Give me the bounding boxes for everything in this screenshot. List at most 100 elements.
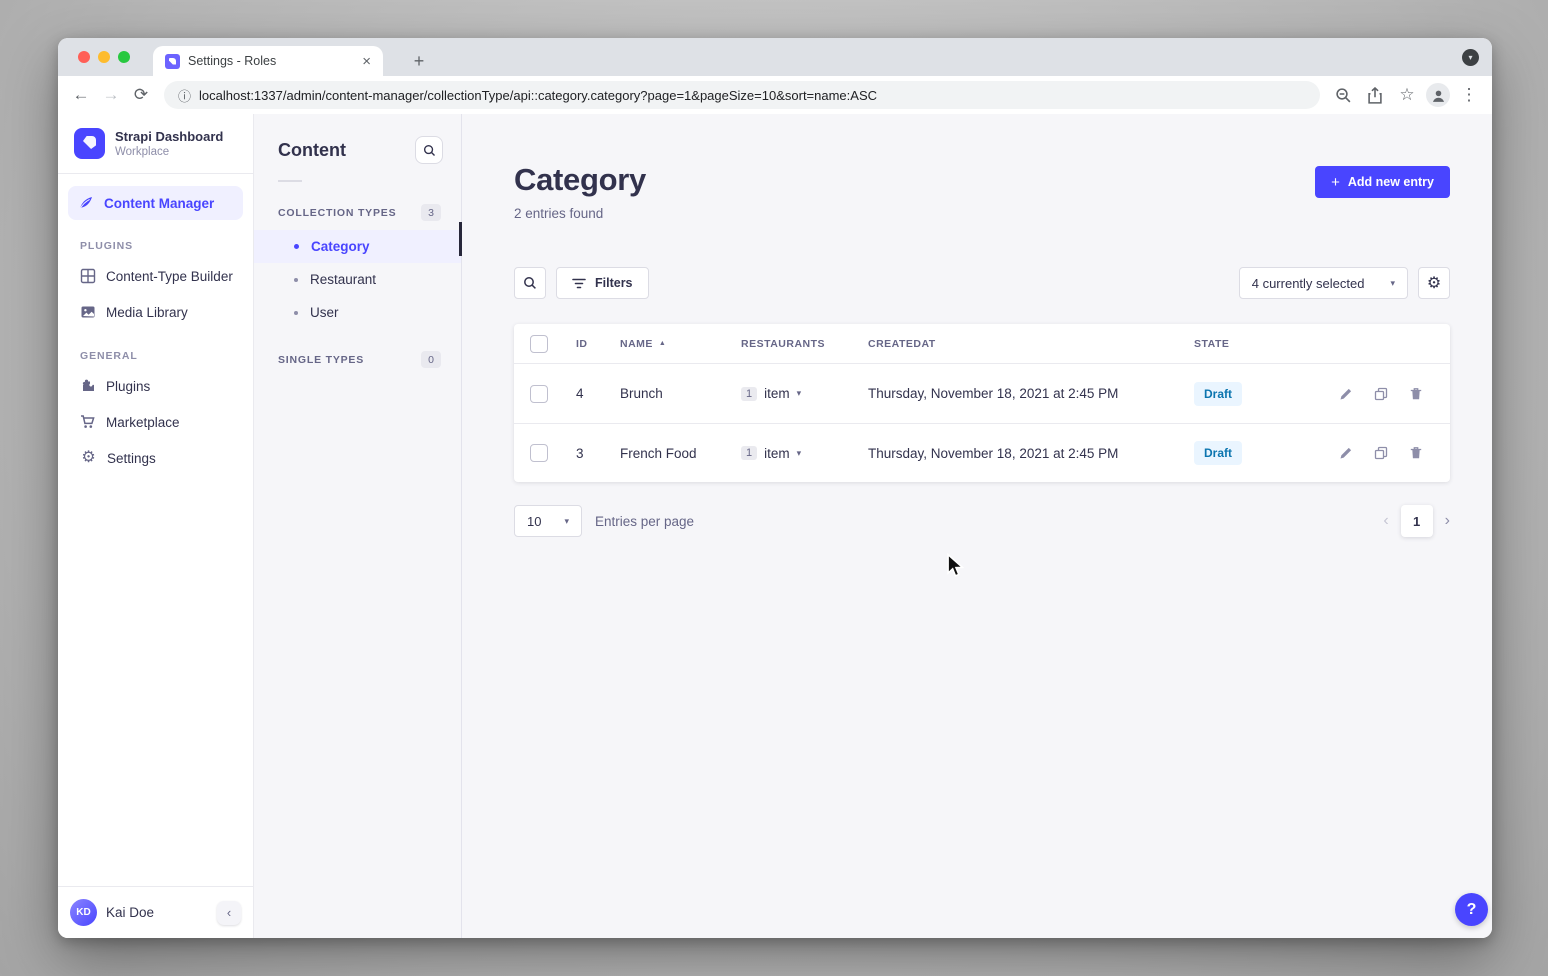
- row-checkbox[interactable]: [530, 444, 548, 462]
- back-icon[interactable]: ←: [68, 82, 94, 108]
- help-button[interactable]: ?: [1455, 893, 1488, 926]
- duplicate-icon[interactable]: [1373, 445, 1389, 461]
- column-header-id[interactable]: ID: [576, 338, 620, 350]
- bullet-icon: [294, 311, 298, 315]
- sidebar-item-marketplace[interactable]: Marketplace: [68, 404, 243, 440]
- table-search-button[interactable]: [514, 267, 546, 299]
- url-text: localhost:1337/admin/content-manager/col…: [199, 88, 877, 103]
- row-actions: [1330, 445, 1434, 461]
- user-avatar[interactable]: KD: [70, 899, 97, 926]
- edit-pencil-icon[interactable]: [1338, 445, 1354, 461]
- page-number-button[interactable]: 1: [1401, 505, 1433, 537]
- brand-subtitle: Workplace: [115, 146, 223, 158]
- sidebar-item-settings[interactable]: ⚙ Settings: [68, 440, 243, 476]
- bookmark-star-icon[interactable]: ☆: [1394, 82, 1420, 108]
- chevron-down-icon[interactable]: ▾: [797, 448, 802, 459]
- address-bar[interactable]: ⓘ localhost:1337/admin/content-manager/c…: [164, 81, 1320, 109]
- user-name: Kai Doe: [106, 905, 208, 920]
- single-types-count: 0: [421, 351, 441, 368]
- bullet-icon: [294, 278, 298, 282]
- subnav-item-user[interactable]: User: [254, 296, 461, 329]
- table-header-row: ID NAME ▲ RESTAURANTS CREATEDAT STATE: [514, 324, 1450, 364]
- chevron-down-icon: ▾: [1390, 278, 1395, 289]
- entries-found-text: 2 entries found: [514, 206, 646, 221]
- cell-restaurants[interactable]: 1 item ▾: [741, 446, 868, 461]
- subnav-item-category[interactable]: Category: [254, 230, 461, 263]
- sidebar-item-label: Marketplace: [106, 415, 180, 430]
- pager: ‹ 1 ›: [1383, 505, 1450, 537]
- tab-close-icon[interactable]: ×: [360, 53, 373, 70]
- prev-page-icon[interactable]: ‹: [1383, 512, 1388, 530]
- cell-restaurants[interactable]: 1 item ▾: [741, 386, 868, 401]
- subnav-item-label: User: [310, 305, 339, 320]
- sidebar-item-label: Content Manager: [104, 196, 214, 211]
- table-settings-button[interactable]: ⚙: [1418, 267, 1450, 299]
- sidebar-item-content-type-builder[interactable]: Content-Type Builder: [68, 258, 243, 294]
- subnav-search-button[interactable]: [415, 136, 443, 164]
- next-page-icon[interactable]: ›: [1445, 512, 1450, 530]
- table-row[interactable]: 3 French Food 1 item ▾ Thursday, Novembe…: [514, 423, 1450, 482]
- delete-trash-icon[interactable]: [1408, 445, 1424, 461]
- new-tab-button[interactable]: +: [406, 48, 432, 74]
- cart-icon: [80, 414, 96, 430]
- strapi-app: Strapi Dashboard Workplace Content Manag…: [58, 114, 1492, 938]
- column-header-restaurants[interactable]: RESTAURANTS: [741, 338, 868, 350]
- cell-createdat: Thursday, November 18, 2021 at 2:45 PM: [868, 386, 1194, 401]
- relation-count-badge: 1: [741, 387, 757, 401]
- browser-toolbar: ← → ⟳ ⓘ localhost:1337/admin/content-man…: [58, 76, 1492, 114]
- column-header-name[interactable]: NAME ▲: [620, 338, 741, 350]
- tab-title: Settings - Roles: [188, 54, 352, 68]
- window-controls: [78, 51, 130, 63]
- table-row[interactable]: 4 Brunch 1 item ▾ Thursday, November 18,…: [514, 364, 1450, 423]
- column-header-createdat[interactable]: CREATEDAT: [868, 338, 1194, 350]
- browser-menu-icon[interactable]: ⋮: [1456, 82, 1482, 108]
- sidebar-item-label: Content-Type Builder: [106, 269, 233, 284]
- general-section-label: GENERAL: [68, 330, 243, 368]
- chevron-down-icon[interactable]: ▾: [797, 388, 802, 399]
- browser-profile-avatar[interactable]: [1426, 83, 1450, 107]
- bullet-icon: [294, 244, 299, 249]
- duplicate-icon[interactable]: [1373, 386, 1389, 402]
- page-size-select[interactable]: 10 ▾: [514, 505, 582, 537]
- sidebar-item-plugins[interactable]: Plugins: [68, 368, 243, 404]
- collection-types-count: 3: [421, 204, 441, 221]
- share-icon[interactable]: [1362, 82, 1388, 108]
- forward-icon[interactable]: →: [98, 82, 124, 108]
- filters-button[interactable]: Filters: [556, 267, 649, 299]
- cell-id: 3: [576, 446, 620, 461]
- subnav-item-restaurant[interactable]: Restaurant: [254, 263, 461, 296]
- zoom-out-icon[interactable]: [1330, 82, 1356, 108]
- content-subnav: Content COLLECTION TYPES 3 Category Rest…: [254, 114, 462, 938]
- fields-select[interactable]: 4 currently selected ▾: [1239, 267, 1408, 299]
- select-all-checkbox[interactable]: [530, 335, 548, 353]
- row-checkbox[interactable]: [530, 385, 548, 403]
- brand-block[interactable]: Strapi Dashboard Workplace: [58, 114, 253, 174]
- puzzle-icon: [80, 378, 96, 394]
- column-header-state[interactable]: STATE: [1194, 338, 1330, 350]
- sidebar-item-content-manager[interactable]: Content Manager: [68, 186, 243, 220]
- browser-tab[interactable]: Settings - Roles ×: [153, 46, 383, 76]
- plugins-section-label: PLUGINS: [68, 220, 243, 258]
- sidebar-item-label: Media Library: [106, 305, 188, 320]
- edit-pencil-icon[interactable]: [1338, 386, 1354, 402]
- main-content: Category 2 entries found + Add new entry…: [462, 114, 1492, 938]
- add-new-entry-button[interactable]: + Add new entry: [1315, 166, 1450, 198]
- site-info-icon[interactable]: ⓘ: [178, 86, 191, 105]
- gear-icon: ⚙: [80, 450, 97, 466]
- reload-icon[interactable]: ⟳: [128, 82, 154, 108]
- zoom-window-button[interactable]: [118, 51, 130, 63]
- relation-count-badge: 1: [741, 446, 757, 460]
- search-icon: [523, 276, 537, 290]
- delete-trash-icon[interactable]: [1408, 386, 1424, 402]
- close-window-button[interactable]: [78, 51, 90, 63]
- tab-search-icon[interactable]: ▾: [1462, 49, 1479, 66]
- sidebar-item-media-library[interactable]: Media Library: [68, 294, 243, 330]
- minimize-window-button[interactable]: [98, 51, 110, 63]
- fields-select-value: 4 currently selected: [1252, 276, 1365, 291]
- collapse-sidebar-button[interactable]: ‹: [217, 901, 241, 925]
- single-types-label: SINGLE TYPES: [278, 354, 364, 366]
- strapi-logo-icon: [74, 128, 105, 159]
- add-new-entry-label: Add new entry: [1348, 175, 1434, 189]
- sidebar-item-label: Plugins: [106, 379, 150, 394]
- feather-icon: [78, 195, 94, 211]
